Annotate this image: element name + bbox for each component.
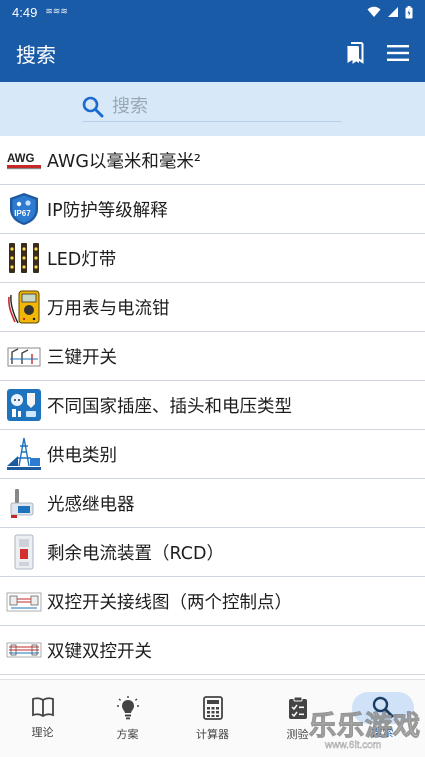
list-item[interactable]: AWG AWG以毫米和毫米² <box>0 136 425 185</box>
list-item[interactable]: 双控开关接线图（两个控制点） <box>0 577 425 626</box>
search-input[interactable] <box>112 96 312 117</box>
nav-item-search[interactable]: 搜索 <box>340 680 425 757</box>
clipboard-icon <box>288 696 307 719</box>
bookmark-button[interactable] <box>345 42 365 64</box>
page-title: 搜索 <box>16 42 56 67</box>
signal-icon <box>388 7 398 17</box>
multimeter-icon <box>6 289 42 325</box>
rcd-device-icon <box>6 534 42 570</box>
list-item[interactable]: LED灯带 <box>0 234 425 283</box>
list-item-label: 供电类别 <box>47 445 117 466</box>
book-icon <box>31 697 54 718</box>
list-item[interactable]: IP67 IP防护等级解释 <box>0 185 425 234</box>
list-item[interactable]: 不同国家插座、插头和电压类型 <box>0 381 425 430</box>
nav-item-calculator[interactable]: 计算器 <box>170 680 255 757</box>
nav-label-theory: 理论 <box>31 726 54 739</box>
list-item-label: 三键开关 <box>47 347 117 368</box>
list-item-label: 双键双控开关 <box>47 641 152 662</box>
led-strip-icon <box>6 240 42 276</box>
list-item-label: 光感继电器 <box>47 494 135 515</box>
notification-icon: ≋≋≋ <box>45 7 68 17</box>
search-icon <box>372 696 393 718</box>
plug-socket-icon <box>6 387 42 423</box>
list-item[interactable]: 三键开关 <box>0 332 425 381</box>
awg-cable-icon: AWG <box>6 142 42 178</box>
menu-icon <box>387 45 409 61</box>
search-icon <box>82 96 104 117</box>
search-bar <box>0 82 425 136</box>
list-item-label: 不同国家插座、插头和电压类型 <box>47 396 292 417</box>
nav-label-calculator: 计算器 <box>196 728 229 741</box>
lightbulb-icon <box>116 696 139 720</box>
app-bar: 搜索 <box>0 24 425 82</box>
ip67-shield-icon: IP67 <box>6 191 42 227</box>
nav-label-search: 搜索 <box>371 726 394 739</box>
search-results-list: AWG AWG以毫米和毫米² IP67 IP防护等级解释 LED灯带 万用表与电… <box>0 136 425 677</box>
wifi-icon <box>367 6 381 17</box>
list-item[interactable]: 万用表与电流钳 <box>0 283 425 332</box>
double-switch-icon <box>6 632 42 668</box>
list-item[interactable]: 供电类别 <box>0 430 425 479</box>
battery-icon <box>405 5 413 18</box>
status-icons <box>367 5 413 19</box>
svg-text:AWG: AWG <box>7 153 35 165</box>
menu-button[interactable] <box>387 44 409 62</box>
list-item[interactable]: 双键双控开关 <box>0 626 425 675</box>
status-time: 4:49 <box>12 4 38 20</box>
bookmark-icon <box>347 42 364 64</box>
two-way-wiring-icon <box>6 583 42 619</box>
nav-label-plans: 方案 <box>116 728 139 741</box>
three-way-switch-icon <box>6 338 42 374</box>
app-bar-actions <box>345 42 409 64</box>
calculator-icon <box>202 696 223 720</box>
nav-item-plans[interactable]: 方案 <box>85 680 170 757</box>
list-item-label: AWG以毫米和毫米² <box>47 151 201 172</box>
bottom-navigation: 理论 方案 计算器 测验 搜索 <box>0 679 425 757</box>
list-item-label: IP防护等级解释 <box>47 200 168 221</box>
nav-item-theory[interactable]: 理论 <box>0 680 85 757</box>
nav-label-quiz: 测验 <box>286 728 309 741</box>
nav-item-quiz[interactable]: 测验 <box>255 680 340 757</box>
status-bar: 4:49 ≋≋≋ <box>0 0 425 24</box>
svg-text:IP67: IP67 <box>14 209 31 218</box>
list-item[interactable]: 光感继电器 <box>0 479 425 528</box>
light-sensor-relay-icon <box>6 485 42 521</box>
list-item-label: 双控开关接线图（两个控制点） <box>47 592 292 613</box>
list-item-label: LED灯带 <box>47 249 117 270</box>
list-item-label: 剩余电流装置（RCD） <box>47 543 224 564</box>
power-supply-icon <box>6 436 42 472</box>
search-field[interactable] <box>82 92 342 122</box>
list-item[interactable]: 剩余电流装置（RCD） <box>0 528 425 577</box>
list-item-label: 万用表与电流钳 <box>47 298 170 319</box>
